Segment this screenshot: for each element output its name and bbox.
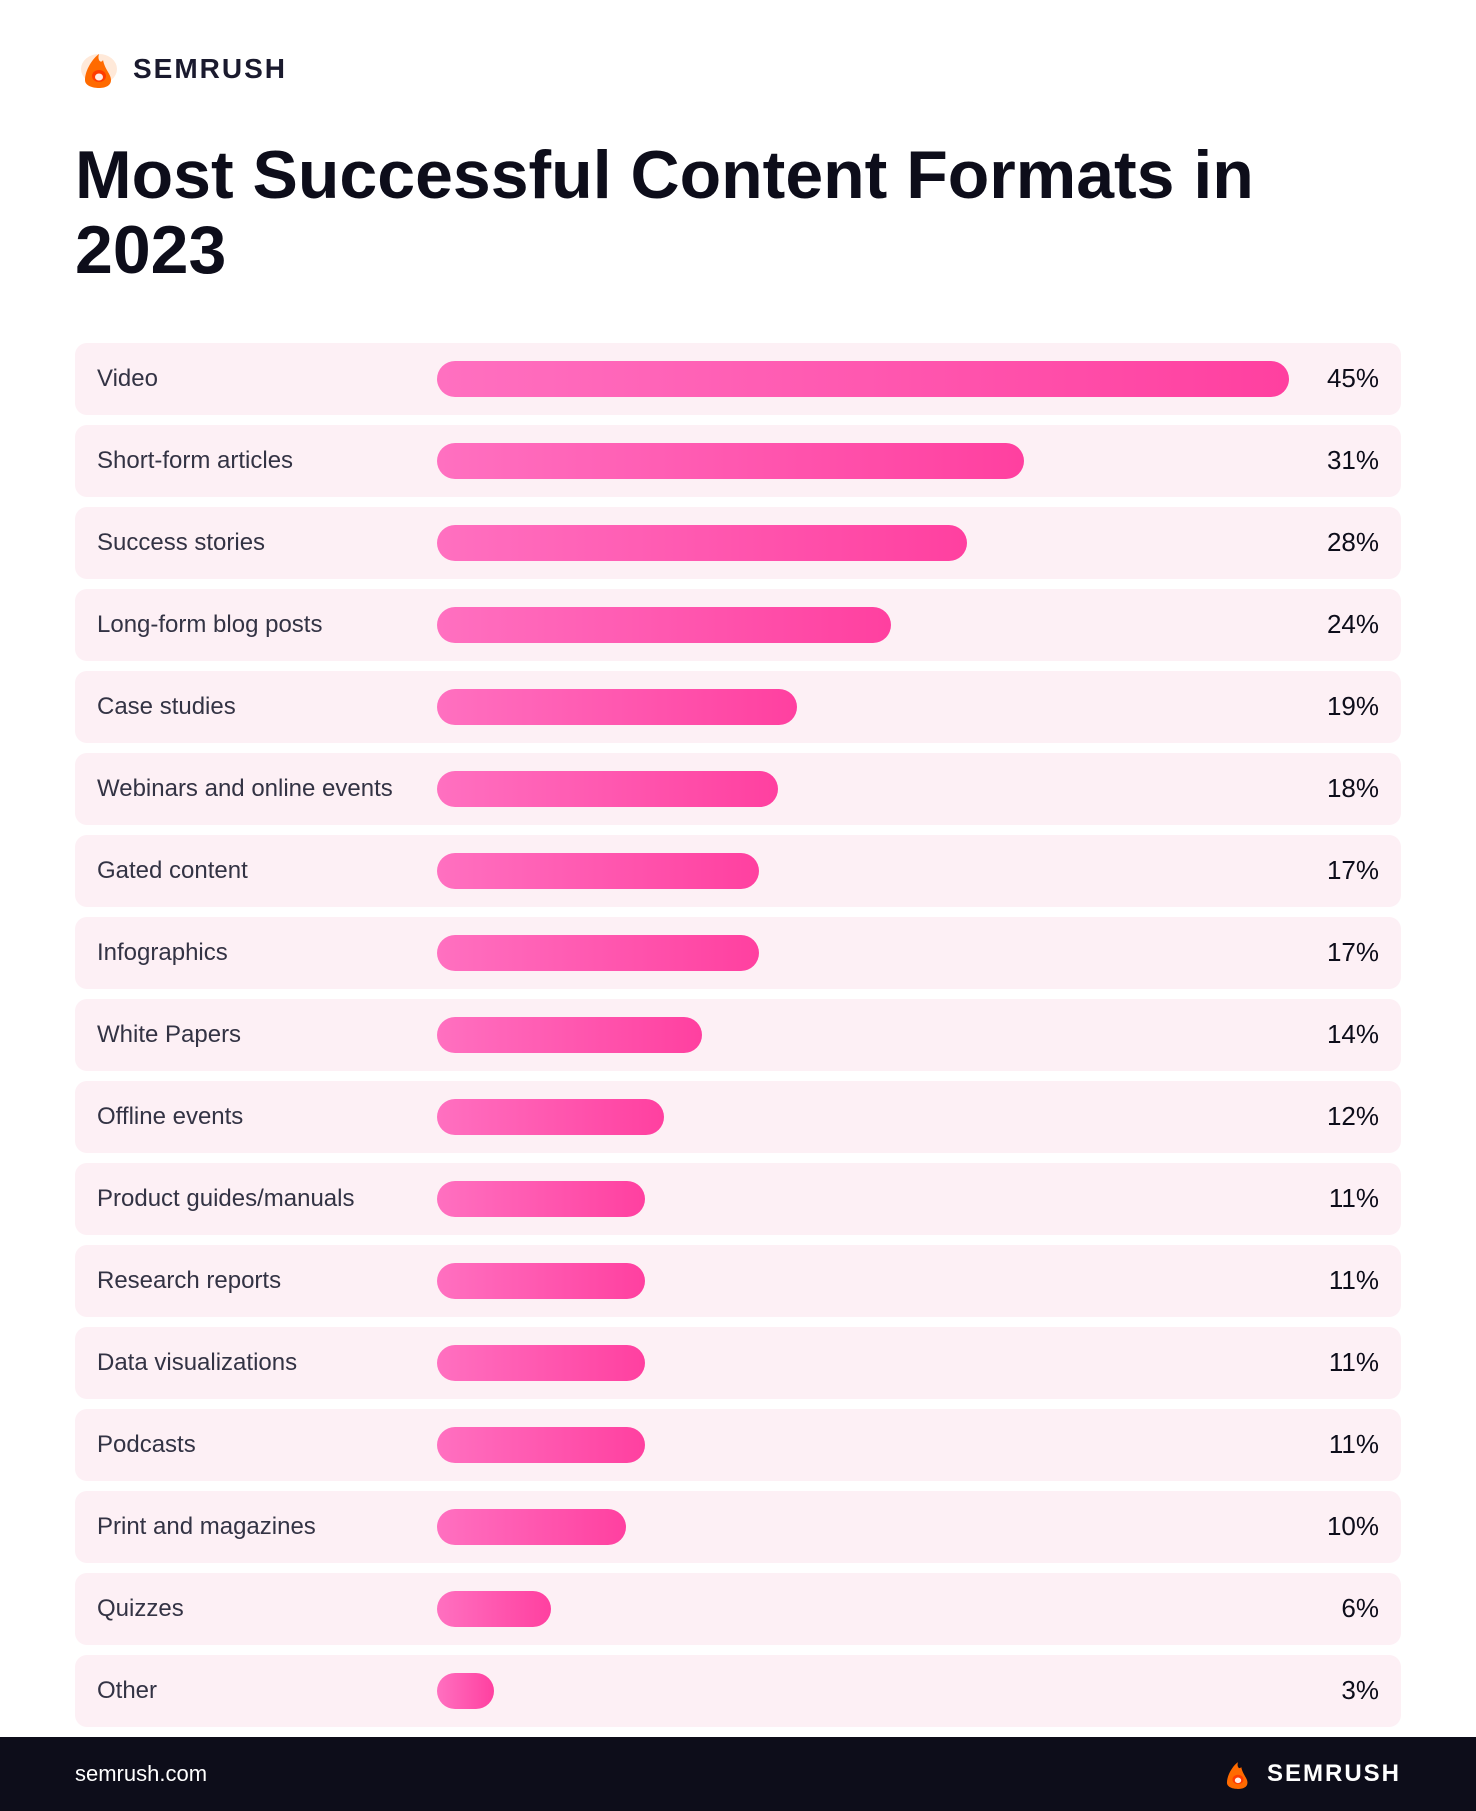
chart-row: Print and magazines 10% [75,1491,1401,1563]
bar-track [437,443,1289,479]
page-title: Most Successful Content Formats in 2023 [75,138,1401,288]
bar-track [437,361,1289,397]
row-pct: 24% [1309,609,1379,640]
logo-area: SEMRUSH [75,50,1401,88]
bar-fill [437,1017,702,1053]
row-pct: 14% [1309,1019,1379,1050]
chart-row: Case studies 19% [75,671,1401,743]
bar-fill [437,1673,494,1709]
row-label: Short-form articles [97,447,417,475]
bar-track [437,689,1289,725]
bar-fill [437,1099,664,1135]
bar-fill [437,1345,645,1381]
bar-fill [437,771,778,807]
chart-row: White Papers 14% [75,999,1401,1071]
chart-row: Podcasts 11% [75,1409,1401,1481]
chart-row: Research reports 11% [75,1245,1401,1317]
bar-fill [437,1427,645,1463]
chart-row: Offline events 12% [75,1081,1401,1153]
row-label: Infographics [97,939,417,967]
row-pct: 31% [1309,445,1379,476]
bar-track [437,525,1289,561]
row-label: Offline events [97,1103,417,1131]
row-pct: 45% [1309,363,1379,394]
chart-row: Webinars and online events 18% [75,753,1401,825]
row-label: Research reports [97,1267,417,1295]
bar-fill [437,1181,645,1217]
row-label: Video [97,365,417,393]
row-pct: 11% [1309,1265,1379,1296]
bar-track [437,1509,1289,1545]
bar-fill [437,607,891,643]
chart-row: Success stories 28% [75,507,1401,579]
bar-fill [437,1591,551,1627]
footer: semrush.com SEMRUSH [0,1737,1476,1811]
row-pct: 17% [1309,855,1379,886]
row-label: Other [97,1677,417,1705]
row-label: Case studies [97,693,417,721]
chart-row: Other 3% [75,1655,1401,1727]
row-label: Success stories [97,529,417,557]
bar-fill [437,689,797,725]
row-pct: 11% [1309,1183,1379,1214]
bar-fill [437,1509,626,1545]
bar-fill [437,443,1024,479]
bar-track [437,1099,1289,1135]
row-pct: 11% [1309,1347,1379,1378]
row-pct: 19% [1309,691,1379,722]
bar-track [437,1427,1289,1463]
footer-logo-icon [1219,1759,1257,1789]
row-label: White Papers [97,1021,417,1049]
row-label: Data visualizations [97,1349,417,1377]
bar-track [437,1673,1289,1709]
chart-row: Quizzes 6% [75,1573,1401,1645]
chart-row: Infographics 17% [75,917,1401,989]
footer-url: semrush.com [75,1761,207,1787]
chart-row: Data visualizations 11% [75,1327,1401,1399]
bar-fill [437,525,967,561]
footer-logo: SEMRUSH [1219,1759,1401,1789]
chart-row: Short-form articles 31% [75,425,1401,497]
semrush-logo-icon [75,50,123,88]
bar-fill [437,853,759,889]
row-pct: 10% [1309,1511,1379,1542]
bar-track [437,607,1289,643]
bar-track [437,1345,1289,1381]
bar-fill [437,361,1289,397]
bar-fill [437,935,759,971]
chart-container: Video 45% Short-form articles 31% Succes… [75,343,1401,1727]
bar-track [437,771,1289,807]
row-pct: 6% [1309,1593,1379,1624]
chart-row: Video 45% [75,343,1401,415]
row-label: Webinars and online events [97,775,417,803]
row-label: Product guides/manuals [97,1185,417,1213]
row-pct: 17% [1309,937,1379,968]
bar-track [437,1017,1289,1053]
row-pct: 11% [1309,1429,1379,1460]
bar-track [437,1181,1289,1217]
row-label: Gated content [97,857,417,885]
bar-fill [437,1263,645,1299]
logo-text: SEMRUSH [133,53,287,85]
bar-track [437,1263,1289,1299]
row-pct: 18% [1309,773,1379,804]
chart-row: Product guides/manuals 11% [75,1163,1401,1235]
row-pct: 3% [1309,1675,1379,1706]
bar-track [437,853,1289,889]
chart-row: Gated content 17% [75,835,1401,907]
footer-logo-text: SEMRUSH [1267,1760,1401,1788]
row-pct: 28% [1309,527,1379,558]
row-label: Podcasts [97,1431,417,1459]
row-label: Quizzes [97,1595,417,1623]
row-pct: 12% [1309,1101,1379,1132]
row-label: Print and magazines [97,1513,417,1541]
bar-track [437,1591,1289,1627]
row-label: Long-form blog posts [97,611,417,639]
bar-track [437,935,1289,971]
chart-row: Long-form blog posts 24% [75,589,1401,661]
